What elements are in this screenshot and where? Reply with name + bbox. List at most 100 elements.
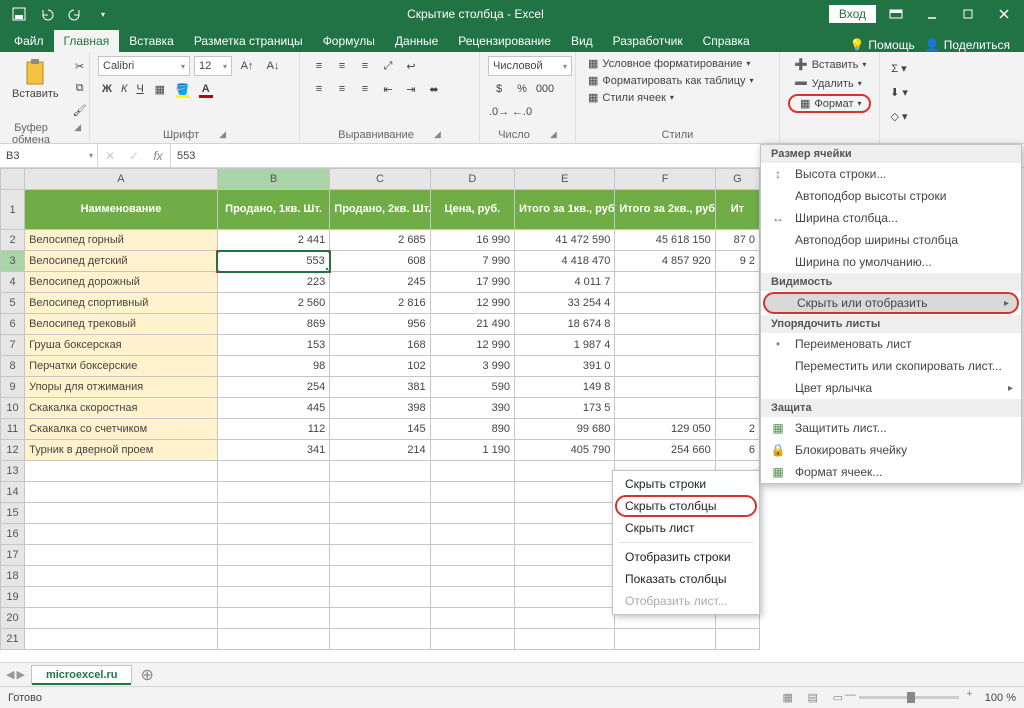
cell[interactable]: 390: [430, 398, 514, 419]
col-header[interactable]: G: [715, 169, 759, 190]
cell[interactable]: [515, 482, 615, 503]
row-header[interactable]: 1: [1, 190, 25, 230]
cell[interactable]: 245: [330, 272, 430, 293]
cell[interactable]: [330, 629, 430, 650]
row-header[interactable]: 7: [1, 335, 25, 356]
format-as-table-button[interactable]: ▦Форматировать как таблицу▾: [584, 73, 771, 88]
cell[interactable]: [715, 398, 759, 419]
cell[interactable]: Скакалка скоростная: [25, 398, 218, 419]
cell[interactable]: [615, 629, 715, 650]
cell[interactable]: 33 254 4: [515, 293, 615, 314]
row-header[interactable]: 15: [1, 503, 25, 524]
cell[interactable]: [715, 293, 759, 314]
fx-icon[interactable]: fx: [146, 149, 170, 163]
menu-lock-cell[interactable]: 🔒Блокировать ячейку: [761, 439, 1021, 461]
row-header[interactable]: 16: [1, 524, 25, 545]
col-header[interactable]: A: [25, 169, 218, 190]
menu-autofit-column[interactable]: Автоподбор ширины столбца: [761, 229, 1021, 251]
launcher-icon[interactable]: ◢: [219, 129, 226, 141]
cell[interactable]: 112: [217, 419, 329, 440]
add-sheet-icon[interactable]: ⊕: [132, 665, 161, 685]
enter-formula-icon[interactable]: ✓: [122, 149, 146, 163]
cell[interactable]: [430, 482, 514, 503]
cell[interactable]: 99 680: [515, 419, 615, 440]
table-header-cell[interactable]: Цена, руб.: [430, 190, 514, 230]
row-header[interactable]: 6: [1, 314, 25, 335]
cell[interactable]: [25, 629, 218, 650]
cell[interactable]: [515, 545, 615, 566]
row-header[interactable]: 12: [1, 440, 25, 461]
format-cells-button[interactable]: ▦Формат▾: [788, 94, 871, 113]
row-header[interactable]: 9: [1, 377, 25, 398]
border-icon[interactable]: ▦: [149, 79, 171, 99]
cell[interactable]: [615, 293, 715, 314]
cell[interactable]: [25, 461, 218, 482]
cell[interactable]: 3 990: [430, 356, 514, 377]
row-header[interactable]: 2: [1, 230, 25, 251]
cell[interactable]: [25, 503, 218, 524]
cell[interactable]: 4 011 7: [515, 272, 615, 293]
cell[interactable]: [217, 545, 329, 566]
zoom-slider[interactable]: [859, 696, 959, 699]
cell[interactable]: [430, 503, 514, 524]
col-header[interactable]: D: [430, 169, 514, 190]
col-header[interactable]: F: [615, 169, 715, 190]
menu-hide-sheet[interactable]: Скрыть лист: [615, 517, 757, 539]
bold-button[interactable]: Ж: [98, 79, 116, 99]
row-header[interactable]: 8: [1, 356, 25, 377]
cell[interactable]: 254 660: [615, 440, 715, 461]
menu-move-copy-sheet[interactable]: Переместить или скопировать лист...: [761, 355, 1021, 377]
cell[interactable]: 2: [715, 419, 759, 440]
cell-styles-button[interactable]: ▦Стили ячеек▾: [584, 90, 771, 105]
table-header-cell[interactable]: Наименование: [25, 190, 218, 230]
underline-button[interactable]: Ч: [132, 79, 147, 99]
cell[interactable]: [715, 356, 759, 377]
cell[interactable]: 4 418 470: [515, 251, 615, 272]
align-top-icon[interactable]: ≡: [308, 56, 330, 76]
cell[interactable]: [715, 377, 759, 398]
increase-font-icon[interactable]: A↑: [236, 56, 258, 76]
cell[interactable]: 173 5: [515, 398, 615, 419]
launcher-icon[interactable]: ◢: [550, 129, 557, 141]
cell[interactable]: [515, 503, 615, 524]
col-header[interactable]: B: [217, 169, 329, 190]
cell[interactable]: [330, 503, 430, 524]
cell[interactable]: 341: [217, 440, 329, 461]
cell[interactable]: 1 190: [430, 440, 514, 461]
comma-icon[interactable]: 000: [534, 79, 556, 99]
percent-icon[interactable]: %: [511, 79, 533, 99]
cell[interactable]: Велосипед горный: [25, 230, 218, 251]
sheet-tab[interactable]: microexcel.ru: [31, 665, 133, 684]
redo-icon[interactable]: [62, 3, 88, 25]
tab-developer[interactable]: Разработчик: [603, 30, 693, 52]
tell-me[interactable]: 💡Помощь: [849, 38, 914, 52]
view-normal-icon[interactable]: ▦: [777, 691, 799, 704]
align-bottom-icon[interactable]: ≡: [354, 56, 376, 76]
tab-view[interactable]: Вид: [561, 30, 603, 52]
cell[interactable]: 98: [217, 356, 329, 377]
delete-cells-button[interactable]: ➖Удалить▾: [788, 75, 871, 92]
cell[interactable]: 890: [430, 419, 514, 440]
row-header[interactable]: 5: [1, 293, 25, 314]
cell[interactable]: 254: [217, 377, 329, 398]
cell[interactable]: [515, 608, 615, 629]
cell[interactable]: 149 8: [515, 377, 615, 398]
align-left-icon[interactable]: ≡: [308, 79, 330, 99]
decrease-indent-icon[interactable]: ⇤: [377, 79, 399, 99]
cell[interactable]: 590: [430, 377, 514, 398]
share-button[interactable]: 👤Поделиться: [925, 38, 1010, 52]
menu-tab-color[interactable]: Цвет ярлычка: [761, 377, 1021, 399]
cell[interactable]: 2 685: [330, 230, 430, 251]
table-header-cell[interactable]: Итого за 1кв., руб.: [515, 190, 615, 230]
row-header[interactable]: 18: [1, 566, 25, 587]
tab-home[interactable]: Главная: [54, 30, 120, 52]
cell[interactable]: 21 490: [430, 314, 514, 335]
cell[interactable]: [217, 482, 329, 503]
zoom-value[interactable]: 100 %: [985, 692, 1016, 704]
row-header[interactable]: 21: [1, 629, 25, 650]
cell[interactable]: [25, 608, 218, 629]
cell[interactable]: [430, 566, 514, 587]
cell[interactable]: 153: [217, 335, 329, 356]
decrease-font-icon[interactable]: A↓: [262, 56, 284, 76]
cell[interactable]: [515, 629, 615, 650]
